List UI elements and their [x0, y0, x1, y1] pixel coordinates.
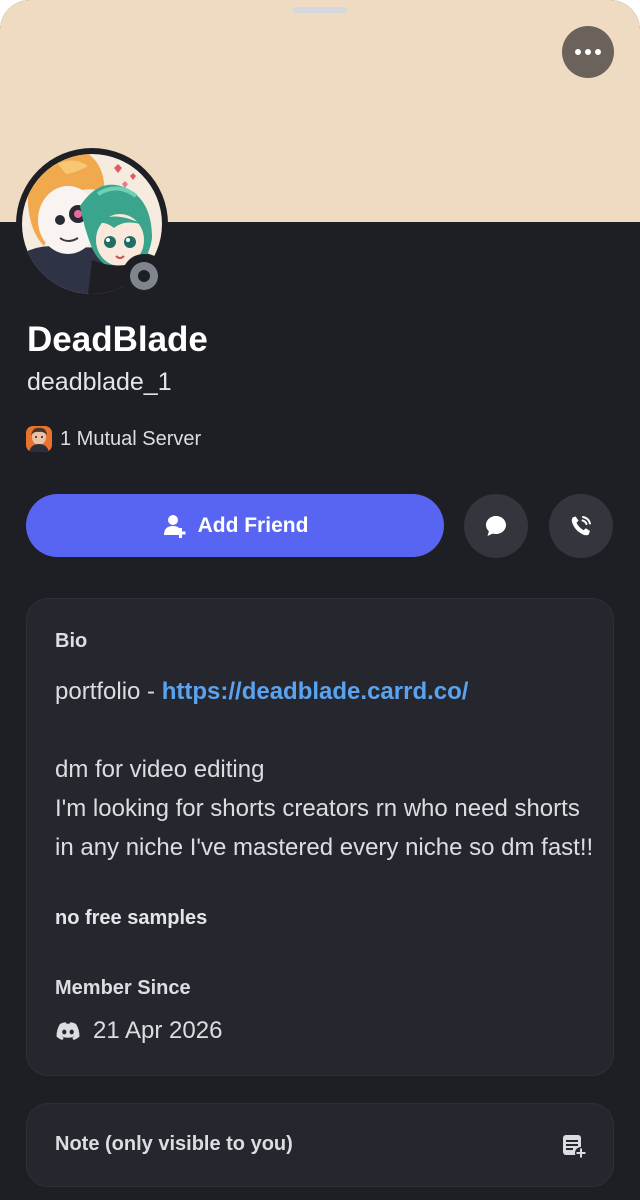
- note-card[interactable]: Note (only visible to you): [26, 1103, 614, 1187]
- add-note-icon[interactable]: [561, 1133, 587, 1159]
- member-since-row: 21 Apr 2026: [55, 1017, 222, 1045]
- phone-call-icon: [571, 516, 591, 536]
- mutual-servers-label: 1 Mutual Server: [60, 427, 202, 450]
- server-icon: [26, 426, 52, 452]
- message-button[interactable]: [464, 494, 528, 558]
- profile-sheet: DeadBlade deadblade_1 1 Mutual Server Ad…: [0, 0, 640, 1200]
- bio-card: Bio portfolio - https://deadblade.carrd.…: [26, 598, 614, 1076]
- member-since-heading: Member Since: [55, 977, 191, 999]
- status-dot-hole: [138, 270, 150, 282]
- discord-icon: [56, 1022, 80, 1040]
- username[interactable]: deadblade_1: [27, 368, 172, 397]
- more-icon-dot: [595, 49, 601, 55]
- note-label: Note (only visible to you): [55, 1133, 293, 1155]
- bio-line-shorts: I'm looking for shorts creators rn who n…: [55, 795, 594, 861]
- chat-bubble-icon: [486, 516, 506, 536]
- call-button[interactable]: [549, 494, 613, 558]
- mutual-servers-row[interactable]: 1 Mutual Server: [26, 426, 201, 452]
- bio-line-video-editing: dm for video editing: [55, 756, 265, 783]
- sheet-drag-handle[interactable]: [293, 7, 347, 13]
- add-friend-label: Add Friend: [197, 513, 309, 537]
- display-name: DeadBlade: [27, 320, 208, 359]
- portfolio-link[interactable]: https://deadblade.carrd.co/: [162, 678, 469, 705]
- status-indicator: [122, 254, 166, 298]
- bio-portfolio-line: portfolio - https://deadblade.carrd.co/: [55, 672, 595, 711]
- add-friend-button[interactable]: Add Friend: [26, 494, 444, 557]
- add-friend-icon: [163, 514, 186, 538]
- more-icon-dot: [585, 49, 591, 55]
- bio-heading: Bio: [55, 630, 88, 652]
- offline-status-icon: [130, 262, 158, 290]
- more-options-button[interactable]: [562, 26, 614, 78]
- bio-portfolio-prefix: portfolio -: [55, 678, 162, 705]
- bio-line-no-samples: no free samples: [55, 907, 208, 929]
- more-icon-dot: [575, 49, 581, 55]
- member-since-date: 21 Apr 2026: [93, 1017, 223, 1044]
